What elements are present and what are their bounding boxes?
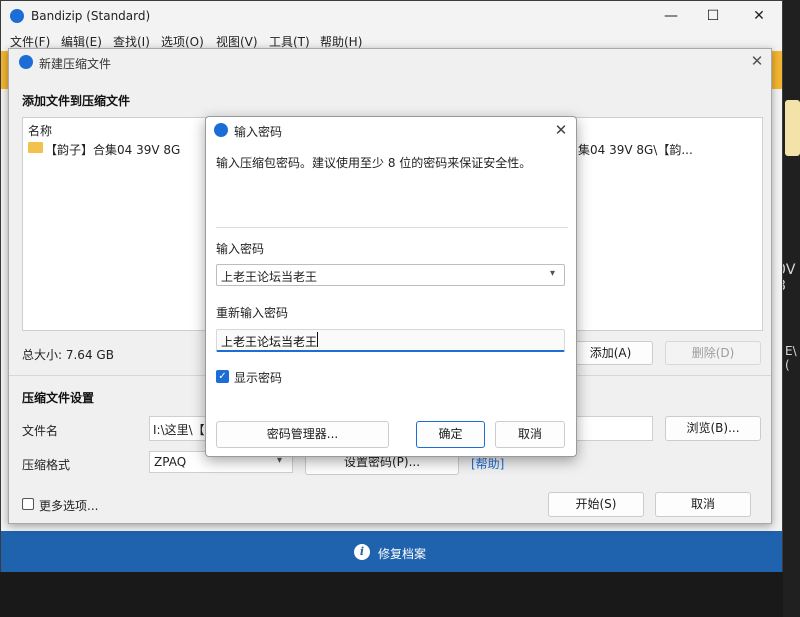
text-caret <box>317 332 318 347</box>
close-icon[interactable]: ✕ <box>550 119 572 141</box>
background-desktop <box>783 0 800 617</box>
browse-button[interactable]: 浏览(B)... <box>665 416 761 441</box>
info-icon: i <box>354 544 370 560</box>
divider <box>216 227 568 228</box>
filename-label: 文件名 <box>22 424 59 438</box>
confirm-password-label: 重新输入密码 <box>216 306 289 320</box>
password-manager-button[interactable]: 密码管理器... <box>216 421 389 448</box>
minimize-button[interactable]: — <box>648 1 694 31</box>
show-password-label[interactable]: 显示密码 <box>234 369 282 386</box>
close-icon[interactable]: ✕ <box>747 51 767 71</box>
bandizip-logo-icon <box>19 55 33 69</box>
dialog-titlebar: 新建压缩文件 ✕ <box>9 49 771 75</box>
start-button[interactable]: 开始(S) <box>548 492 644 517</box>
cancel-button[interactable]: 取消 <box>655 492 751 517</box>
chevron-down-icon[interactable]: ▾ <box>550 268 562 280</box>
more-options-checkbox[interactable] <box>22 498 34 510</box>
bandizip-logo-icon <box>214 123 228 137</box>
folder-icon <box>28 142 43 153</box>
dialog-titlebar: 输入密码 ✕ <box>206 117 576 143</box>
password-dialog: 输入密码 ✕ 输入压缩包密码。建议使用至少 8 位的密码来保证安全性。 输入密码… <box>205 116 577 457</box>
section-heading: 压缩文件设置 <box>22 391 95 405</box>
bandizip-logo-icon <box>10 9 24 23</box>
more-options-label[interactable]: 更多选项... <box>39 497 98 514</box>
list-item[interactable]: 【韵子】合集04 39V 8G <box>45 141 180 158</box>
section-heading: 添加文件到压缩文件 <box>22 94 131 108</box>
close-button[interactable]: ✕ <box>736 1 782 31</box>
format-label: 压缩格式 <box>22 458 71 472</box>
background-text: E\ ( <box>785 344 797 372</box>
dialog-title: 新建压缩文件 <box>39 57 112 71</box>
taskbar-area <box>0 572 783 617</box>
password-input[interactable]: 上老王论坛当老王 <box>216 264 565 286</box>
cancel-button[interactable]: 取消 <box>495 421 565 448</box>
show-password-checkbox[interactable]: ✓ <box>216 370 229 383</box>
delete-button[interactable]: 删除(D) <box>665 341 761 365</box>
background-thumbnail <box>785 100 800 156</box>
help-link[interactable]: [帮助] <box>471 455 504 472</box>
maximize-button[interactable]: ☐ <box>690 1 736 31</box>
ok-button[interactable]: 确定 <box>416 421 485 448</box>
list-item-path: 集04 39V 8G\【韵... <box>578 143 693 157</box>
password-label: 输入密码 <box>216 242 265 256</box>
column-header-name[interactable]: 名称 <box>28 122 52 139</box>
confirm-password-input[interactable]: 上老王论坛当老王 <box>216 329 565 352</box>
repair-archive-link[interactable]: 修复档案 <box>378 545 426 562</box>
total-size: 总大小: 7.64 GB <box>22 348 114 362</box>
password-description: 输入压缩包密码。建议使用至少 8 位的密码来保证安全性。 <box>216 156 532 170</box>
add-button[interactable]: 添加(A) <box>568 341 653 365</box>
dialog-title: 输入密码 <box>234 125 283 139</box>
window-title: Bandizip (Standard) <box>31 9 151 23</box>
main-titlebar: Bandizip (Standard) — ☐ ✕ <box>1 1 782 31</box>
